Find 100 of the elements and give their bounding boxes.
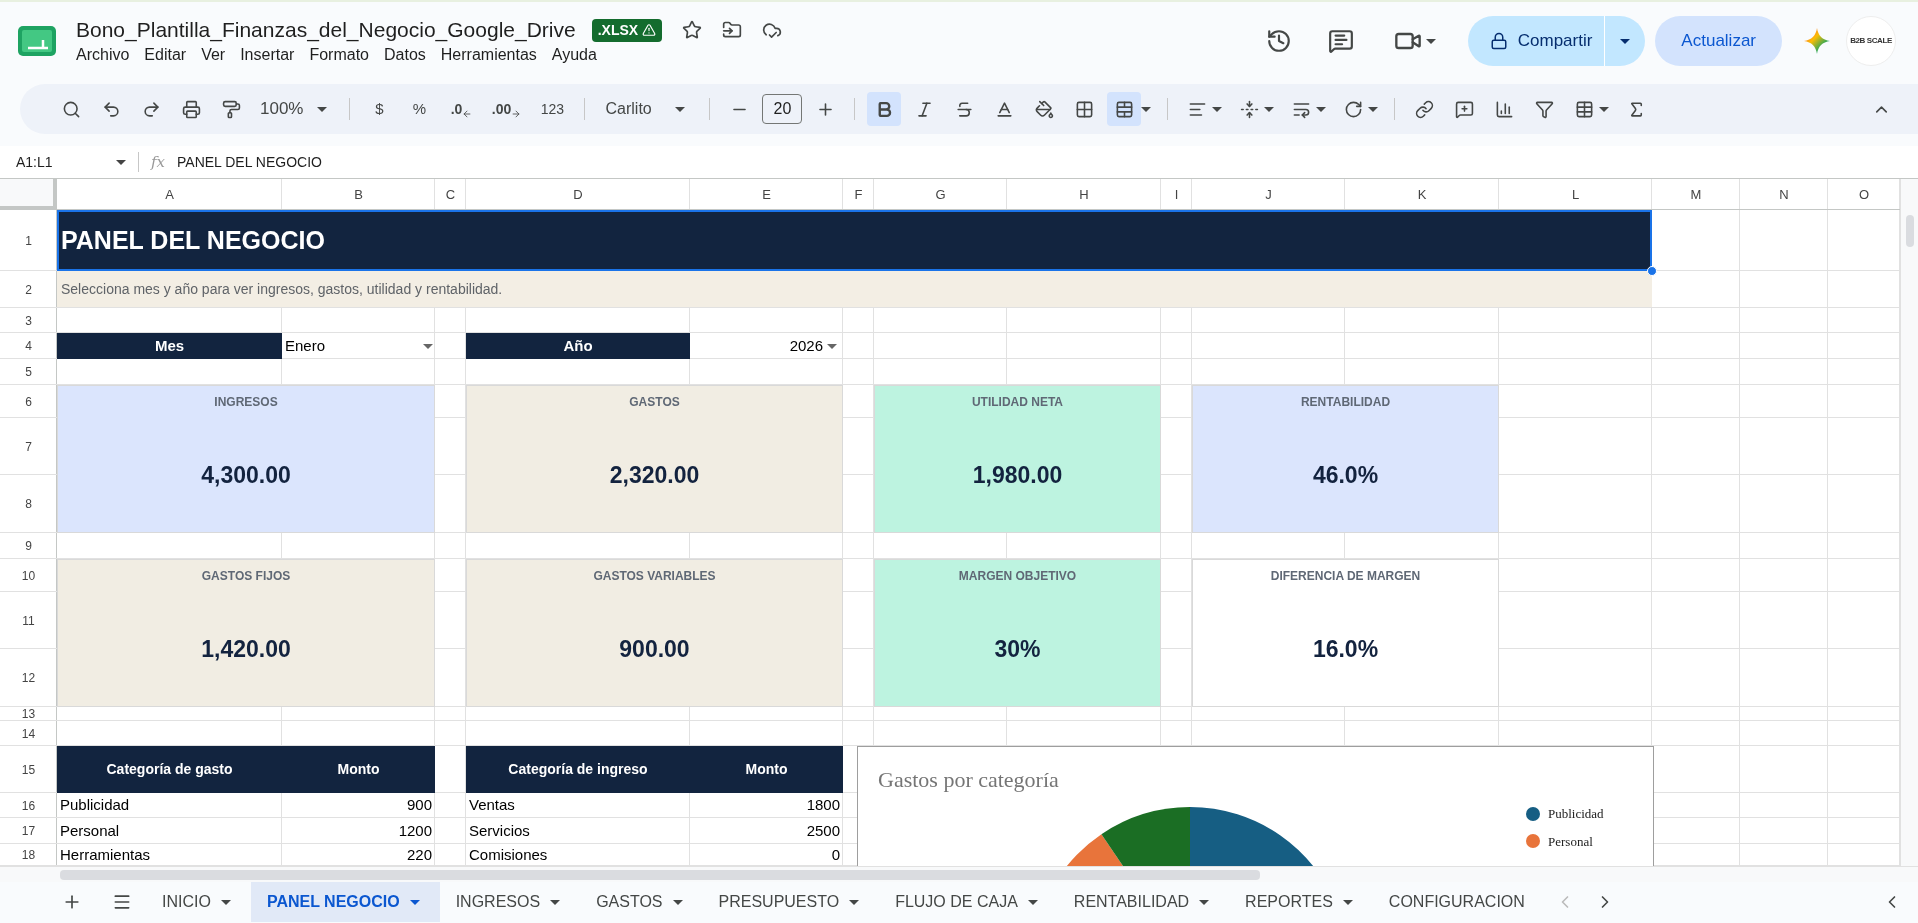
sheet-tab[interactable]: FLUJO DE CAJA xyxy=(879,882,1058,922)
menu-item[interactable]: Formato xyxy=(309,44,369,66)
scrollbar-thumb[interactable] xyxy=(1905,215,1914,247)
increase-decimal-button[interactable]: .00 xyxy=(486,92,527,126)
document-title[interactable]: Bono_Plantilla_Finanzas_del_Negocio_Google_Drive xyxy=(76,16,576,44)
sheet-tab[interactable]: PRESUPUESTO xyxy=(702,882,880,922)
sheet-tab[interactable]: REPORTES xyxy=(1229,882,1373,922)
row-header[interactable]: 4 xyxy=(0,333,57,359)
column-header[interactable]: M xyxy=(1652,179,1740,210)
column-header[interactable]: O xyxy=(1828,179,1900,210)
row-header[interactable]: 8 xyxy=(0,475,57,533)
table-cell-text: Ventas xyxy=(468,795,516,816)
kpi-label: UTILIDAD NETA xyxy=(970,393,1065,411)
dashboard-title: PANEL DEL NEGOCIO xyxy=(57,210,1652,271)
menu-item[interactable]: Archivo xyxy=(76,44,130,66)
sparkle-icon[interactable] xyxy=(1804,28,1830,54)
row-header[interactable]: 13 xyxy=(0,707,57,721)
horizontal-scrollbar-thumb[interactable] xyxy=(60,869,1260,880)
menu-item[interactable]: Ver xyxy=(201,44,226,66)
menu-item[interactable]: Datos xyxy=(384,44,426,66)
cloud-status-icon[interactable] xyxy=(762,20,783,40)
row-header[interactable]: 16 xyxy=(0,793,57,818)
column-header[interactable]: K xyxy=(1345,179,1499,210)
caret-icon xyxy=(672,899,683,905)
sheet-tab[interactable]: GASTOS xyxy=(580,882,703,922)
menu-item[interactable]: Ayuda xyxy=(551,44,597,66)
sheet-tab[interactable]: INICIO xyxy=(146,882,251,922)
sheet-tab[interactable]: RENTABILIDAD xyxy=(1057,882,1230,922)
sheet-tab[interactable]: INGRESOS xyxy=(439,882,581,922)
update-button[interactable]: Actualizar xyxy=(1655,16,1782,66)
share-button[interactable]: Compartir xyxy=(1467,16,1605,66)
function-label: fx xyxy=(151,151,165,173)
sheet-tab[interactable]: CONFIGURACION xyxy=(1372,882,1541,922)
menu-item[interactable]: Editar xyxy=(144,44,187,66)
percent-button[interactable]: % xyxy=(402,92,437,126)
table-cell-text: 1800 xyxy=(805,795,841,816)
row-header[interactable]: 9 xyxy=(0,533,57,559)
month-dropdown[interactable]: Enero xyxy=(282,333,435,359)
row-header[interactable]: 18 xyxy=(0,844,57,866)
row-header[interactable]: 1 xyxy=(0,210,57,271)
merge-cells-icon[interactable] xyxy=(1107,92,1142,126)
column-header[interactable]: D xyxy=(466,179,690,210)
table-cell-text: 900 xyxy=(405,795,433,816)
column-header[interactable]: I xyxy=(1161,179,1192,210)
comments-icon[interactable] xyxy=(1327,28,1354,54)
selection-handle[interactable] xyxy=(1647,266,1657,276)
column-header[interactable]: A xyxy=(57,179,282,210)
row-header[interactable]: 10 xyxy=(0,559,57,592)
number-format-button[interactable]: 123 xyxy=(532,92,573,126)
row-header[interactable]: 12 xyxy=(0,649,57,707)
column-header[interactable]: G xyxy=(874,179,1007,210)
history-icon[interactable] xyxy=(1265,28,1292,54)
zoom-dropdown[interactable]: 100% xyxy=(254,92,338,126)
file-type-badge[interactable]: .XLSX xyxy=(591,18,663,42)
move-folder-icon[interactable] xyxy=(722,20,743,40)
account-avatar[interactable]: B2B SCALE xyxy=(1846,16,1896,66)
column-header[interactable]: F xyxy=(843,179,874,210)
vertical-scrollbar[interactable] xyxy=(1900,179,1918,866)
kpi-value: 30% xyxy=(993,635,1042,665)
column-header[interactable]: H xyxy=(1007,179,1161,210)
chart-panel[interactable]: Gastos por categoría Publicidad Personal xyxy=(857,746,1654,866)
bold-icon[interactable] xyxy=(867,92,902,126)
currency-button[interactable]: $ xyxy=(362,92,397,126)
caret-icon xyxy=(1212,106,1223,112)
arrow-icon xyxy=(462,109,473,119)
table-cell-text: 220 xyxy=(405,844,433,865)
column-header[interactable]: L xyxy=(1499,179,1652,210)
caret-icon xyxy=(317,106,328,112)
column-header[interactable]: B xyxy=(282,179,435,210)
column-header[interactable]: J xyxy=(1192,179,1345,210)
sheet-tab[interactable]: PANEL NEGOCIO xyxy=(250,882,440,922)
kpi-label: MARGEN OBJETIVO xyxy=(957,567,1078,585)
row-header[interactable]: 2 xyxy=(0,271,57,308)
all-sheets-icon[interactable] xyxy=(112,892,132,912)
caret-icon xyxy=(550,899,561,905)
caret-icon xyxy=(220,899,231,905)
name-box[interactable]: A1:L1 xyxy=(0,151,130,173)
column-header[interactable]: N xyxy=(1740,179,1828,210)
row-header[interactable]: 11 xyxy=(0,592,57,649)
row-header[interactable]: 5 xyxy=(0,359,57,385)
table-cell-text: Servicios xyxy=(468,820,531,841)
decrease-decimal-button[interactable]: .0 xyxy=(442,92,481,126)
row-header[interactable]: 14 xyxy=(0,721,57,746)
row-header[interactable]: 7 xyxy=(0,418,57,475)
caret-icon xyxy=(827,343,837,349)
year-dropdown[interactable]: 2026 xyxy=(690,333,843,359)
menu-item[interactable]: Insertar xyxy=(240,44,295,66)
formula-field[interactable]: PANEL DEL NEGOCIO xyxy=(177,151,322,173)
row-header[interactable]: 3 xyxy=(0,308,57,333)
column-header[interactable]: C xyxy=(435,179,466,210)
kpi-value: 46.0% xyxy=(1311,461,1380,491)
star-icon[interactable] xyxy=(682,20,703,40)
row-header[interactable]: 17 xyxy=(0,818,57,844)
spreadsheet-logo-icon[interactable] xyxy=(18,26,56,56)
row-header[interactable]: 15 xyxy=(0,746,57,793)
menu-item[interactable]: Herramientas xyxy=(440,44,537,66)
row-header[interactable]: 6 xyxy=(0,385,57,418)
font-size-field[interactable]: 20 xyxy=(762,94,803,124)
column-header[interactable]: E xyxy=(690,179,843,210)
font-dropdown[interactable]: Carlito xyxy=(597,92,698,126)
